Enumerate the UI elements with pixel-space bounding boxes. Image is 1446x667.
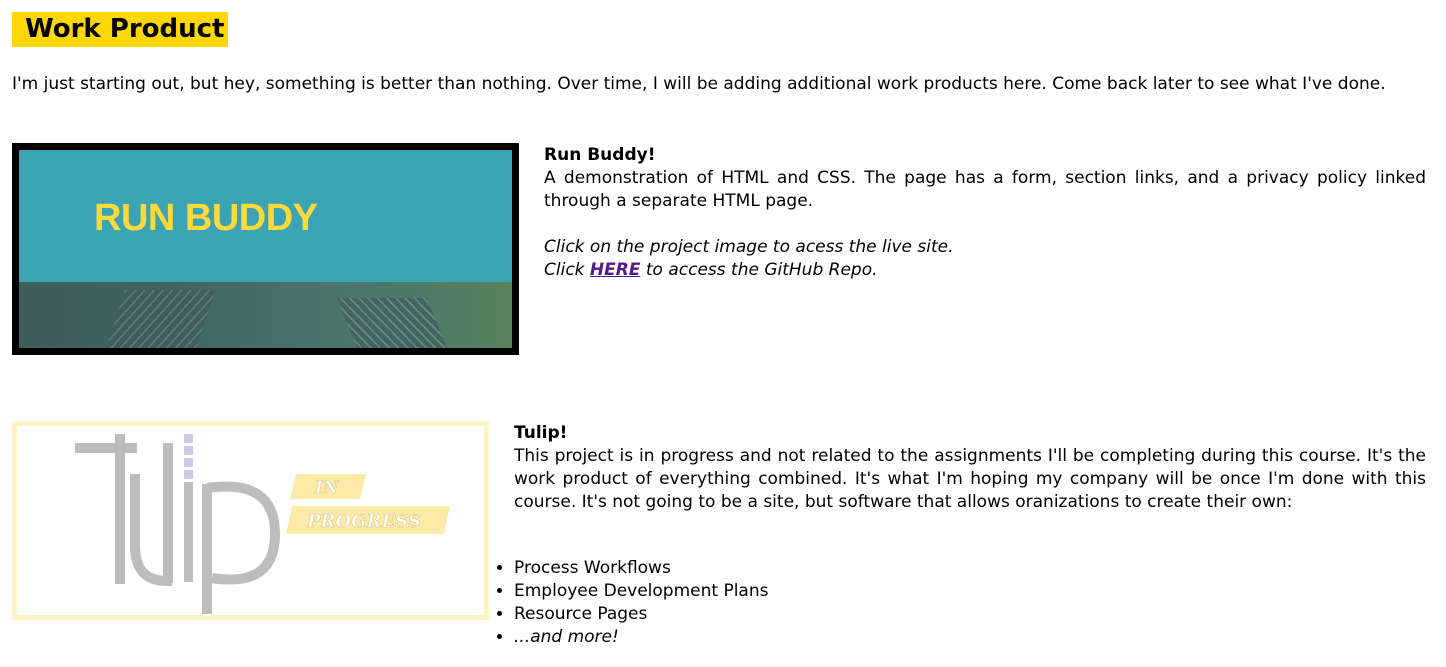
list-item: Resource Pages	[514, 603, 768, 626]
tulip-image: IN PROGRESS	[12, 421, 489, 620]
github-repo-link[interactable]: HERE	[590, 260, 641, 280]
list-item: ...and more!	[514, 626, 768, 649]
run-buddy-screenshot: RUN BUDDY	[19, 150, 512, 348]
tulip-logo: IN PROGRESS	[75, 434, 450, 614]
project-description: A demonstration of HTML and CSS. The pag…	[544, 168, 1426, 211]
list-item: Employee Development Plans	[514, 580, 768, 603]
repo-note: Click HERE to access the GitHub Repo.	[544, 260, 878, 280]
list-item: Process Workflows	[514, 557, 768, 580]
badge-progress-text: PROGRESS	[306, 511, 421, 532]
run-buddy-image-link[interactable]: RUN BUDDY	[12, 143, 519, 355]
tulip-feature-list: Process Workflows Employee Development P…	[514, 557, 768, 649]
page-title: Work Product	[12, 12, 228, 47]
badge-in-text: IN	[314, 478, 340, 498]
intro-paragraph: I'm just starting out, but hey, somethin…	[12, 74, 1386, 94]
project-title: Run Buddy!	[544, 145, 656, 165]
project-title: Tulip!	[514, 423, 568, 443]
run-buddy-logo: RUN BUDDY	[94, 197, 318, 239]
tulip-description: Tulip! This project is in progress and n…	[514, 422, 1426, 514]
live-site-note: Click on the project image to acess the …	[544, 237, 954, 257]
run-buddy-description: Run Buddy! A demonstration of HTML and C…	[544, 144, 1426, 282]
project-description: This project is in progress and not rela…	[514, 446, 1426, 512]
